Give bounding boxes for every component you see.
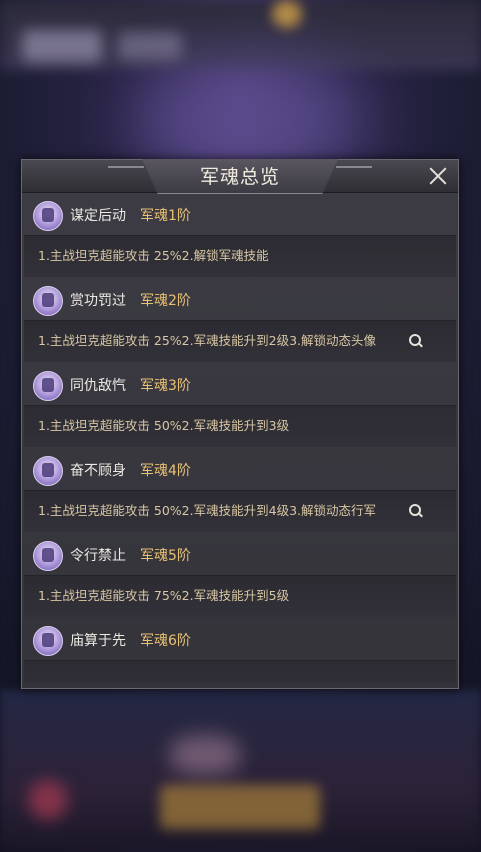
soldier-badge-icon: [33, 286, 63, 316]
dialog-header: 军魂总览: [22, 159, 458, 194]
dialog-title: 军魂总览: [199, 166, 280, 188]
entry-name: 庙算于先: [70, 633, 126, 649]
background-coin-icon: [272, 0, 302, 28]
entry-header: 令行禁止 军魂5阶: [24, 538, 456, 574]
entry-header: 同仇敌忾 军魂3阶: [24, 368, 456, 404]
entry-description: 1.主战坦克超能攻击 25%2.军魂技能升到2级3.解锁动态头像: [38, 333, 376, 348]
soldier-badge-icon: [33, 541, 63, 571]
entry-rank: 军魂5阶: [140, 548, 191, 564]
entry-rank: 军魂4阶: [140, 463, 191, 479]
entry-description-box: 1.主战坦克超能攻击 25%2.解锁军魂技能: [24, 235, 456, 277]
close-icon[interactable]: [424, 162, 452, 190]
magnifier-icon[interactable]: [409, 504, 423, 518]
entry-header: 庙算于先 军魂6阶: [24, 623, 456, 659]
list-item: 谋定后动 军魂1阶 1.主战坦克超能攻击 25%2.解锁军魂技能: [24, 198, 456, 283]
entry-rank: 军魂3阶: [140, 378, 191, 394]
army-soul-overview-dialog: 军魂总览 谋定后动 军魂1阶 1.主战坦克超能攻击 25%2.解锁军魂技能 赏功…: [21, 159, 459, 689]
entry-description: 1.主战坦克超能攻击 50%2.军魂技能升到4级3.解锁动态行军: [38, 503, 376, 518]
soul-level-list[interactable]: 谋定后动 军魂1阶 1.主战坦克超能攻击 25%2.解锁军魂技能 赏功罚过 军魂…: [24, 198, 456, 683]
list-item: 同仇敌忾 军魂3阶 1.主战坦克超能攻击 50%2.军魂技能升到3级: [24, 368, 456, 453]
entry-name: 赏功罚过: [70, 293, 126, 309]
background-button: [160, 785, 320, 829]
entry-name: 奋不顾身: [70, 463, 126, 479]
list-item: 赏功罚过 军魂2阶 1.主战坦克超能攻击 25%2.军魂技能升到2级3.解锁动态…: [24, 283, 456, 368]
entry-name: 同仇敌忾: [70, 378, 126, 394]
entry-name: 令行禁止: [70, 548, 126, 564]
title-decoration: [336, 166, 372, 168]
background-character: [170, 735, 240, 775]
list-item: 庙算于先 军魂6阶: [24, 623, 456, 683]
entry-description-box: [24, 660, 456, 683]
entry-name: 谋定后动: [70, 208, 126, 224]
background-flower-icon: [28, 780, 68, 820]
soldier-badge-icon: [33, 456, 63, 486]
entry-rank: 军魂1阶: [140, 208, 191, 224]
entry-description: 1.主战坦克超能攻击 50%2.军魂技能升到3级: [38, 418, 290, 433]
soldier-badge-icon: [33, 626, 63, 656]
list-item: 奋不顾身 军魂4阶 1.主战坦克超能攻击 50%2.军魂技能升到4级3.解锁动态…: [24, 453, 456, 538]
entry-rank: 军魂6阶: [140, 633, 191, 649]
soldier-badge-icon: [33, 371, 63, 401]
entry-description-box: 1.主战坦克超能攻击 50%2.军魂技能升到4级3.解锁动态行军: [24, 490, 456, 532]
entry-description: 1.主战坦克超能攻击 75%2.军魂技能升到5级: [38, 588, 290, 603]
soldier-badge-icon: [33, 201, 63, 231]
entry-header: 谋定后动 军魂1阶: [24, 198, 456, 234]
entry-description-box: 1.主战坦克超能攻击 25%2.军魂技能升到2级3.解锁动态头像: [24, 320, 456, 362]
entry-description: 1.主战坦克超能攻击 25%2.解锁军魂技能: [38, 248, 269, 263]
background-tab: [118, 32, 182, 60]
entry-description-box: 1.主战坦克超能攻击 50%2.军魂技能升到3级: [24, 405, 456, 447]
entry-header: 奋不顾身 军魂4阶: [24, 453, 456, 489]
entry-description-box: 1.主战坦克超能攻击 75%2.军魂技能升到5级: [24, 575, 456, 617]
title-decoration: [108, 166, 144, 168]
magnifier-icon[interactable]: [409, 334, 423, 348]
entry-rank: 军魂2阶: [140, 293, 191, 309]
background-tab: [22, 30, 102, 62]
entry-header: 赏功罚过 军魂2阶: [24, 283, 456, 319]
list-item: 令行禁止 军魂5阶 1.主战坦克超能攻击 75%2.军魂技能升到5级: [24, 538, 456, 623]
